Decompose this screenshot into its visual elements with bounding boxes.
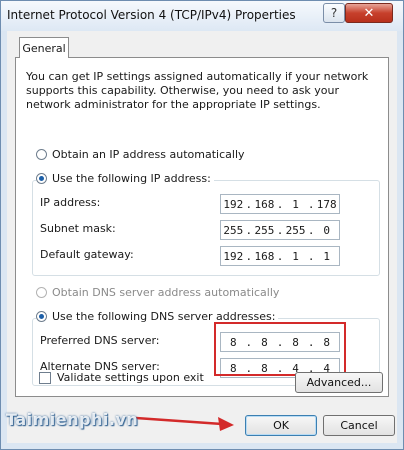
mask-octet-2: 255 (254, 223, 275, 237)
advanced-button[interactable]: Advanced... (295, 372, 383, 393)
help-button[interactable]: ? (323, 3, 345, 23)
radio-use-following-ip-label: Use the following IP address: (52, 172, 211, 185)
mask-octet-4: 0 (323, 223, 331, 237)
radio-obtain-dns-auto[interactable]: Obtain DNS server address automatically (36, 286, 283, 299)
radio-obtain-ip-auto-label: Obtain an IP address automatically (52, 148, 245, 161)
radio-use-following-ip-indicator[interactable] (36, 173, 47, 184)
cancel-button[interactable]: Cancel (323, 415, 395, 436)
dialog-body: General You can get IP settings assigned… (7, 31, 397, 443)
radio-obtain-dns-auto-indicator[interactable] (36, 287, 47, 298)
validate-settings-checkbox-box[interactable] (39, 371, 51, 384)
radio-obtain-dns-auto-label: Obtain DNS server address automatically (52, 286, 280, 299)
ok-button[interactable]: OK (245, 415, 317, 436)
title-bar[interactable]: Internet Protocol Version 4 (TCP/IPv4) P… (1, 1, 403, 31)
window-title: Internet Protocol Version 4 (TCP/IPv4) P… (7, 8, 296, 22)
default-gateway-input[interactable]: 192. 168. 1. 1 (220, 246, 340, 266)
radio-use-following-ip[interactable]: Use the following IP address: (36, 172, 214, 185)
validate-settings-checkbox[interactable]: Validate settings upon exit (39, 371, 204, 384)
ip-octet-4: 178 (316, 197, 337, 211)
tab-general[interactable]: General (19, 37, 69, 58)
description-text: You can get IP settings assigned automat… (26, 70, 369, 111)
preferred-dns-label: Preferred DNS server: (40, 334, 160, 347)
red-arrow-icon (135, 416, 234, 431)
ip-octet-2: 168 (254, 197, 275, 211)
gw-octet-3: 1 (292, 249, 299, 263)
radio-obtain-ip-auto-indicator[interactable] (36, 149, 47, 160)
radio-use-following-dns-indicator[interactable] (36, 311, 47, 322)
ip-address-label: IP address: (40, 196, 101, 209)
gw-octet-4: 1 (323, 249, 331, 263)
watermark-logo: Taimienphi.vn (6, 410, 139, 429)
close-button[interactable]: ✕ (345, 3, 393, 23)
dns-highlight-box (214, 322, 346, 376)
gw-octet-2: 168 (254, 249, 275, 263)
ip-octet-1: 192 (223, 197, 244, 211)
properties-dialog: Internet Protocol Version 4 (TCP/IPv4) P… (0, 0, 404, 450)
gw-octet-1: 192 (223, 249, 244, 263)
subnet-mask-label: Subnet mask: (40, 222, 116, 235)
general-tab-panel: You can get IP settings assigned automat… (15, 57, 389, 397)
tab-general-label: General (22, 41, 66, 55)
ip-octet-3: 1 (292, 197, 299, 211)
radio-obtain-ip-auto[interactable]: Obtain an IP address automatically (36, 148, 248, 161)
default-gateway-label: Default gateway: (40, 248, 134, 261)
subnet-mask-input[interactable]: 255. 255. 255. 0 (220, 220, 340, 240)
validate-settings-label: Validate settings upon exit (57, 371, 204, 384)
mask-octet-1: 255 (223, 223, 244, 237)
mask-octet-3: 255 (285, 223, 306, 237)
ip-address-input[interactable]: 192. 168. 1. 178 (220, 194, 340, 214)
